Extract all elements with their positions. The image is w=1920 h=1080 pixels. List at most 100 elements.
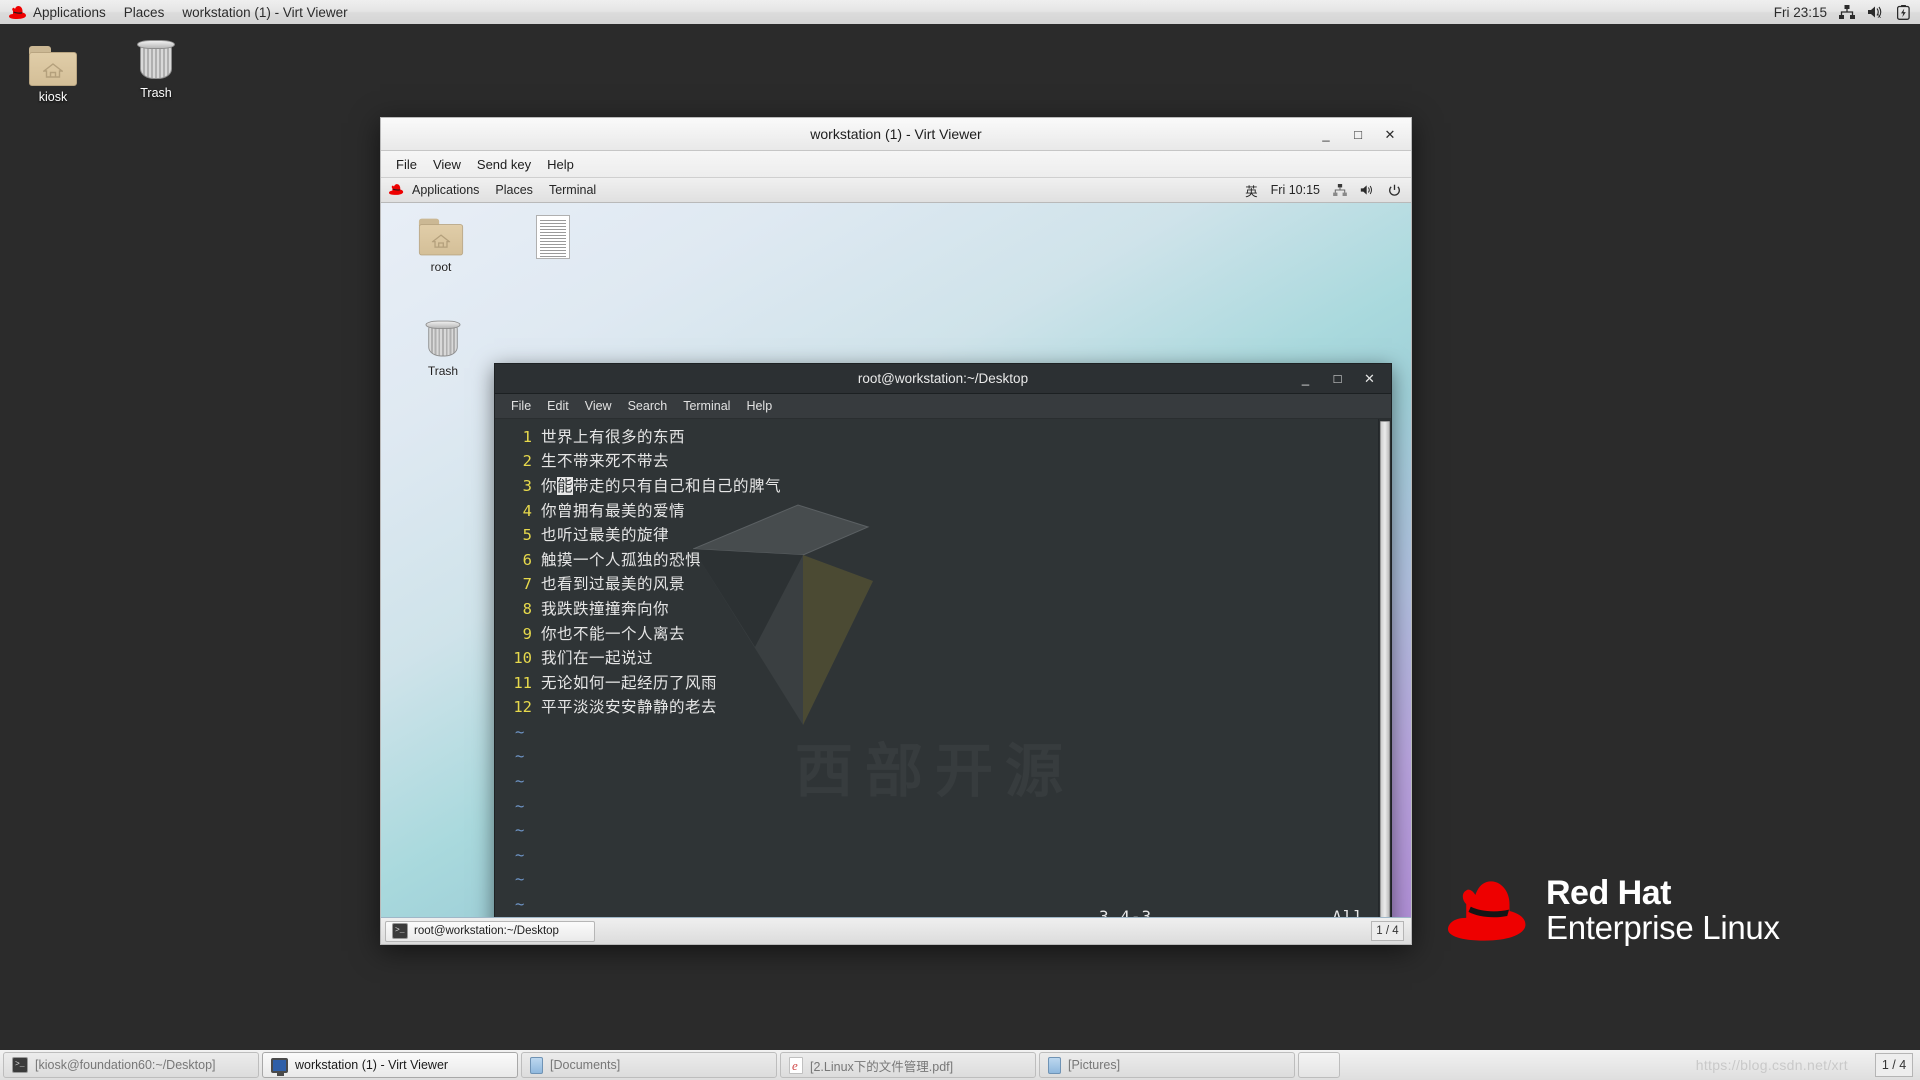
close-button[interactable]: ✕ <box>1363 372 1376 385</box>
vim-editor-screen[interactable]: 1 世界上有很多的东西 2 生不带来死不带去 3 你能带走的只有自己和自己的脾气 4 你曾拥有… <box>495 419 1378 917</box>
desktop-icon-kiosk[interactable]: kiosk <box>10 34 96 104</box>
file-drawer-icon <box>1048 1056 1061 1074</box>
terminal-window[interactable]: root@workstation:~/Desktop _ □ ✕ File Ed… <box>494 363 1392 917</box>
vim-line-text: 我们在一起说过 <box>541 649 654 668</box>
taskbar-item-pdf[interactable]: [2.Linux下的文件管理.pdf] <box>780 1052 1036 1078</box>
guest-icon-label: Trash <box>427 364 459 378</box>
vim-cursor-block: 能 <box>557 476 574 495</box>
menu-send-key[interactable]: Send key <box>470 155 538 174</box>
taskbar-item-virt-viewer[interactable]: workstation (1) - Virt Viewer <box>262 1052 518 1078</box>
menu-view[interactable]: View <box>577 397 620 415</box>
host-clock[interactable]: Fri 23:15 <box>1774 5 1827 20</box>
guest-desktop: root Trash root@workstation:~/Desktop _ … <box>381 203 1411 917</box>
guest-clock[interactable]: Fri 10:15 <box>1271 183 1320 197</box>
workspace-pager[interactable]: 1 / 4 <box>1875 1053 1913 1077</box>
menu-help[interactable]: Help <box>738 397 780 415</box>
vim-tilde-marker: ~ <box>515 772 525 791</box>
input-method-indicator[interactable]: 英 <box>1245 181 1258 200</box>
svg-text:x: x <box>1878 13 1882 19</box>
vim-empty-line: ~ <box>495 818 1378 843</box>
vim-empty-line: ~ <box>495 867 1378 892</box>
taskbar-item-kiosk-terminal[interactable]: >_ [kiosk@foundation60:~/Desktop] <box>3 1052 259 1078</box>
guest-workspace-pager[interactable]: 1 / 4 <box>1371 921 1404 941</box>
minimize-button[interactable]: _ <box>1299 372 1312 385</box>
network-icon[interactable] <box>1333 184 1347 196</box>
menu-file[interactable]: File <box>389 155 424 174</box>
network-icon[interactable] <box>1839 5 1855 19</box>
redhat-hat-icon <box>9 5 27 19</box>
guest-applications-menu[interactable]: Applications <box>381 183 487 197</box>
vim-line: 9 你也不能一个人离去 <box>495 622 1378 647</box>
host-active-window-label[interactable]: workstation (1) - Virt Viewer <box>173 0 356 24</box>
guest-top-panel: Applications Places Terminal 英 Fri 10:15 <box>381 178 1411 203</box>
taskbar-item-pictures[interactable]: [Pictures] <box>1039 1052 1295 1078</box>
vim-line: 3 你能带走的只有自己和自己的脾气 <box>495 474 1378 499</box>
terminal-scrollbar[interactable] <box>1378 418 1391 917</box>
terminal-scrollbar-thumb[interactable] <box>1380 420 1390 917</box>
vim-line-text: 也看到过最美的风景 <box>541 575 686 594</box>
battery-charging-icon[interactable] <box>1897 4 1910 20</box>
maximize-button[interactable]: □ <box>1351 128 1365 141</box>
terminal-title: root@workstation:~/Desktop <box>857 371 1029 387</box>
vim-line-number: 8 <box>522 599 532 618</box>
host-places-label: Places <box>123 4 165 20</box>
close-button[interactable]: ✕ <box>1383 128 1397 141</box>
maximize-button[interactable]: □ <box>1331 372 1344 385</box>
pdf-icon <box>789 1056 803 1074</box>
vim-line-number: 5 <box>522 526 532 545</box>
vim-line-list: 1 世界上有很多的东西 2 生不带来死不带去 3 你能带走的只有自己和自己的脾气 4 你曾拥有… <box>495 425 1378 917</box>
vim-line-number: 4 <box>522 501 532 520</box>
trash-can-icon <box>401 317 485 361</box>
home-folder-icon <box>10 34 96 86</box>
vim-line: 2 生不带来死不带去 <box>495 449 1378 474</box>
guest-icon-root[interactable]: root <box>399 217 483 274</box>
virt-viewer-window[interactable]: workstation (1) - Virt Viewer _ □ ✕ File… <box>380 117 1412 945</box>
brand-line-1: Red Hat <box>1546 874 1671 912</box>
host-places-menu[interactable]: Places <box>115 0 174 24</box>
vim-cursor-position: 3,4-3 <box>1099 907 1153 917</box>
desktop-icon-label: kiosk <box>38 90 68 104</box>
menu-edit[interactable]: Edit <box>539 397 577 415</box>
home-folder-icon <box>399 217 483 257</box>
guest-places-menu[interactable]: Places <box>487 183 541 197</box>
menu-help[interactable]: Help <box>540 155 581 174</box>
host-applications-menu[interactable]: Applications <box>0 0 115 24</box>
vim-line: 11 无论如何一起经历了风雨 <box>495 671 1378 696</box>
terminal-titlebar[interactable]: root@workstation:~/Desktop _ □ ✕ <box>495 364 1391 395</box>
taskbar-empty-slot[interactable] <box>1298 1052 1340 1078</box>
vim-line-number: 11 <box>513 673 532 692</box>
power-icon[interactable] <box>1388 184 1401 197</box>
host-taskbar: >_ [kiosk@foundation60:~/Desktop] workst… <box>0 1048 1920 1080</box>
menu-terminal[interactable]: Terminal <box>675 397 738 415</box>
taskbar-item-documents[interactable]: [Documents] <box>521 1052 777 1078</box>
vim-line-number: 6 <box>522 550 532 569</box>
guest-icon-document[interactable] <box>511 215 595 262</box>
vim-line-text: 世界上有很多的东西 <box>541 427 686 446</box>
desktop-icon-label: Trash <box>140 86 172 100</box>
guest-terminal-menu[interactable]: Terminal <box>541 183 604 197</box>
minimize-button[interactable]: _ <box>1319 128 1333 141</box>
guest-icon-label: root <box>430 260 452 274</box>
menu-view[interactable]: View <box>426 155 468 174</box>
vim-tilde-marker: ~ <box>515 870 525 889</box>
vim-line-number: 1 <box>522 427 532 446</box>
desktop-icon-trash[interactable]: Trash <box>113 30 199 100</box>
vim-line-text: 你曾拥有最美的爱情 <box>541 501 686 520</box>
vim-line: 7 也看到过最美的风景 <box>495 572 1378 597</box>
virt-viewer-titlebar[interactable]: workstation (1) - Virt Viewer _ □ ✕ <box>381 118 1411 151</box>
monitor-icon <box>271 1057 288 1076</box>
menu-file[interactable]: File <box>503 397 539 415</box>
menu-search[interactable]: Search <box>620 397 676 415</box>
guest-taskbar-item-terminal[interactable]: >_ root@workstation:~/Desktop <box>385 920 595 942</box>
volume-icon[interactable] <box>1360 184 1375 196</box>
vim-line-text: 我跌跌撞撞奔向你 <box>541 599 670 618</box>
vim-line: 10 我们在一起说过 <box>495 646 1378 671</box>
volume-muted-icon[interactable]: x <box>1867 5 1885 19</box>
redhat-hat-logo <box>1448 880 1526 941</box>
host-desktop: Applications Places workstation (1) - Vi… <box>0 0 1920 1080</box>
guest-icon-trash[interactable]: Trash <box>401 317 485 378</box>
vim-empty-line: ~ <box>495 794 1378 819</box>
vim-tilde-marker: ~ <box>515 722 525 741</box>
vim-line-text: 你也不能一个人离去 <box>541 624 686 643</box>
vim-line: 1 世界上有很多的东西 <box>495 425 1378 450</box>
